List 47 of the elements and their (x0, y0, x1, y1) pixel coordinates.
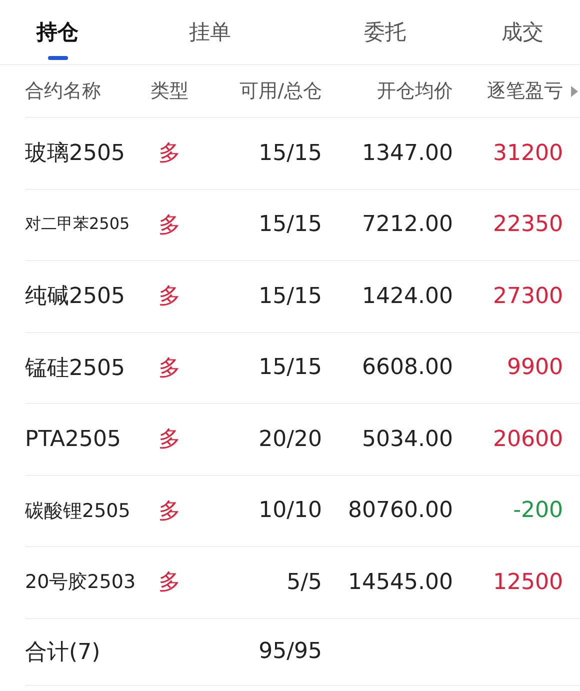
position-type: 多 (158, 140, 180, 168)
profit-loss: 12500 (493, 570, 563, 595)
contract-name: 锰硅2505 (25, 354, 125, 383)
tab[interactable]: 委托 (305, 0, 465, 64)
tab[interactable]: 成交 (465, 0, 580, 64)
quantity-column-header: 可用/总仓 (240, 79, 322, 104)
total-label: 合计(7) (25, 638, 100, 666)
position-type: 多 (158, 569, 180, 598)
average-price: 1347.00 (362, 140, 453, 166)
average-price: 1424.00 (362, 284, 453, 309)
price-column-header: 开仓均价 (377, 79, 453, 104)
contract-name: 20号胶2503 (25, 570, 136, 596)
scroll-right-icon[interactable] (570, 84, 578, 98)
profit-loss: 31200 (493, 140, 563, 166)
profit-loss: 9900 (507, 355, 563, 380)
total-quantity: 95/95 (258, 639, 322, 664)
type-column-header: 类型 (150, 79, 188, 104)
quantity: 15/15 (258, 284, 322, 309)
quantity: 15/15 (258, 355, 322, 380)
average-price: 80760.00 (348, 498, 453, 524)
contract-name: 碳酸锂2505 (25, 498, 130, 524)
quantity: 10/10 (258, 498, 322, 524)
position-type: 多 (158, 354, 180, 383)
name-column-header: 合约名称 (25, 79, 101, 104)
quantity: 20/20 (258, 426, 322, 452)
average-price: 7212.00 (362, 212, 453, 238)
quantity: 5/5 (286, 570, 322, 595)
tab[interactable]: 持仓 (0, 0, 115, 64)
profit-loss: 27300 (493, 284, 563, 309)
position-type: 多 (158, 283, 180, 312)
contract-name: 玻璃2505 (25, 140, 125, 168)
position-type: 多 (158, 212, 180, 240)
profit-loss: 20600 (493, 426, 563, 452)
contract-name: PTA2505 (25, 426, 122, 452)
contract-name: 对二甲苯2505 (25, 214, 130, 236)
quantity: 15/15 (258, 212, 322, 238)
position-type: 多 (158, 426, 180, 454)
average-price: 6608.00 (362, 355, 453, 380)
average-price: 14545.00 (348, 570, 453, 595)
position-type: 多 (158, 498, 180, 526)
contract-name: 纯碱2505 (25, 283, 125, 312)
profit-loss: -200 (513, 498, 563, 524)
tab[interactable]: 挂单 (115, 0, 305, 64)
profit-loss: 22350 (493, 212, 563, 238)
quantity: 15/15 (258, 140, 322, 166)
average-price: 5034.00 (362, 426, 453, 452)
pnl-column-header: 逐笔盈亏 (487, 79, 563, 104)
